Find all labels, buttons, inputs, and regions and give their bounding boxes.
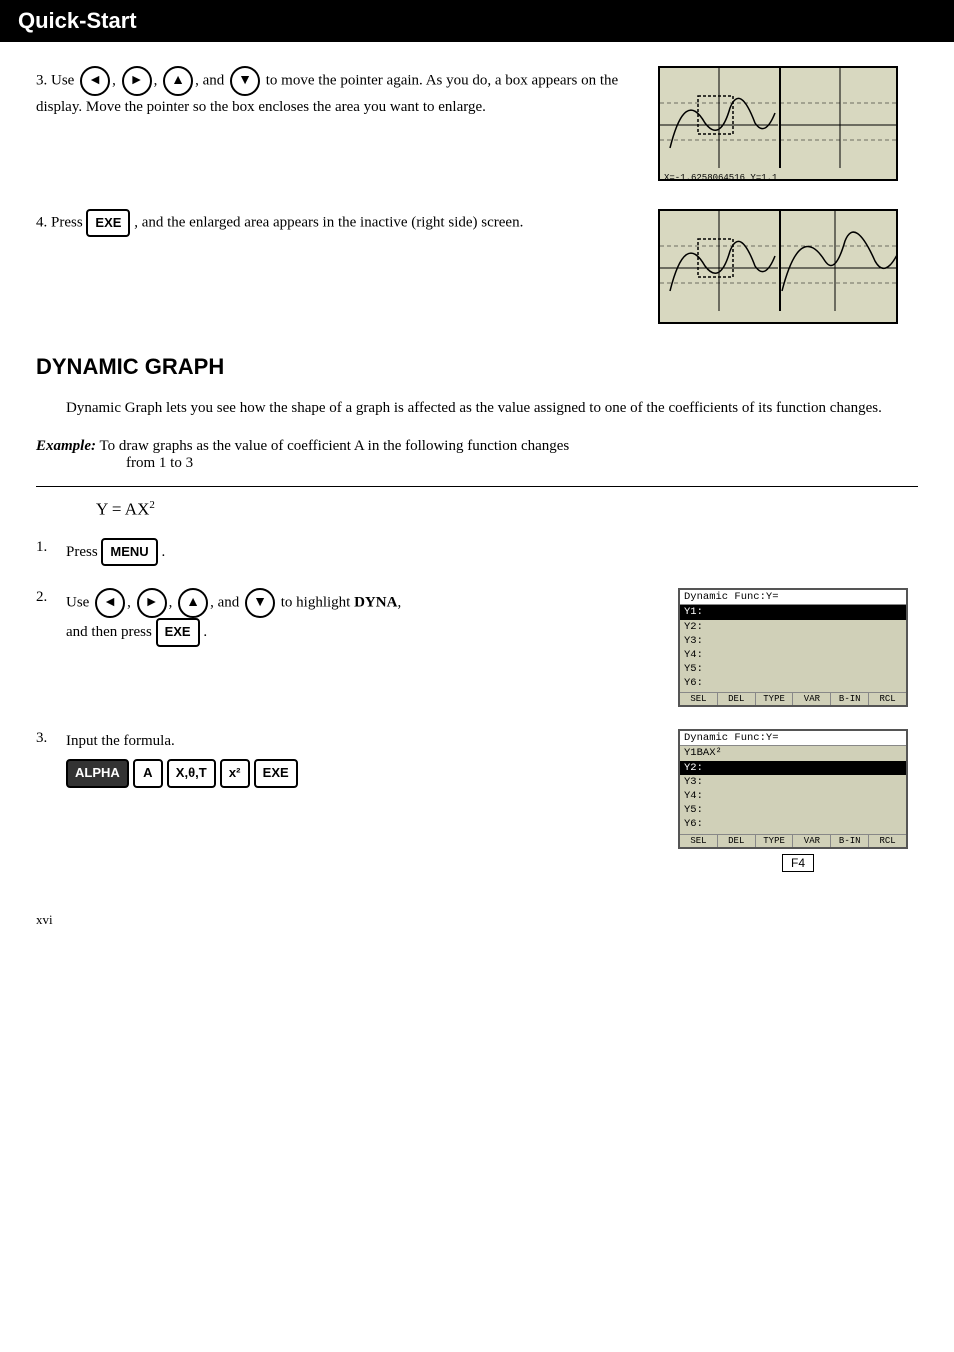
dg-step-2-left: 2. Use ◄, ►, ▲, and ▼ to highlight DYNA,… bbox=[36, 588, 648, 647]
dg-step-2: 2. Use ◄, ►, ▲, and ▼ to highlight DYNA,… bbox=[36, 588, 918, 707]
xthetat-key: X,θ,T bbox=[167, 759, 216, 788]
dyn-screen-2-title: Dynamic Func:Y= bbox=[680, 731, 906, 746]
dyn-screen-1-row-y5: Y5: bbox=[680, 662, 906, 676]
example-divider bbox=[36, 486, 918, 487]
header-title: Quick-Start bbox=[18, 8, 137, 33]
a-key: A bbox=[133, 759, 163, 788]
dg-step-1-text: Press MENU . bbox=[66, 538, 918, 567]
dg-step-3-main-text: Input the formula. bbox=[66, 733, 175, 749]
exe-key-dg-step2: EXE bbox=[156, 618, 200, 647]
f4-label: F4 bbox=[782, 854, 814, 872]
menu2-type: TYPE bbox=[756, 835, 794, 847]
step-3-screen: X=-1.6258064516 Y=1.1 bbox=[658, 66, 918, 181]
dg-step-2-number: 2. bbox=[36, 588, 58, 606]
step-4-number: 4. bbox=[36, 215, 47, 231]
keys-row: ALPHA A X,θ,T x² EXE bbox=[66, 759, 648, 788]
step-3-row: 3. Use ◄, ►, ▲, and ▼ to move the pointe… bbox=[36, 66, 918, 181]
section-intro: Dynamic Graph lets you see how the shape… bbox=[36, 396, 918, 420]
dg-step-1: 1. Press MENU . bbox=[36, 538, 918, 567]
menu2-bin: B-IN bbox=[831, 835, 869, 847]
dyn-screen-1-menu: SEL DEL TYPE VAR B-IN RCL bbox=[680, 692, 906, 705]
step-4-screen bbox=[658, 209, 918, 324]
menu-key: MENU bbox=[101, 538, 157, 567]
formula-block: Y = AX2 bbox=[96, 499, 918, 520]
menu-type: TYPE bbox=[756, 693, 794, 705]
dyn-screen-2-menu: SEL DEL TYPE VAR B-IN RCL bbox=[680, 834, 906, 847]
dg-step-3-left: 3. Input the formula. ALPHA A X,θ,T x² E… bbox=[36, 729, 648, 788]
arrow-left-icon: ◄ bbox=[80, 66, 110, 96]
menu2-rcl: RCL bbox=[869, 835, 906, 847]
dyn-screen-1-row-y4: Y4: bbox=[680, 648, 906, 662]
alpha-key: ALPHA bbox=[66, 759, 129, 788]
dg-arrow-down-icon: ▼ bbox=[245, 588, 275, 618]
menu2-var: VAR bbox=[793, 835, 831, 847]
example-text: To draw graphs as the value of coefficie… bbox=[99, 438, 569, 454]
page-header: Quick-Start bbox=[0, 0, 954, 42]
dyn-screen-2-row-y2: Y2: bbox=[680, 761, 906, 775]
dg-step-2-text: Use ◄, ►, ▲, and ▼ to highlight DYNA, an… bbox=[66, 588, 648, 647]
example-label: Example: bbox=[36, 438, 96, 454]
dg-step-3-text: Input the formula. ALPHA A X,θ,T x² EXE bbox=[66, 729, 648, 788]
dyn-screen-1-title: Dynamic Func:Y= bbox=[680, 590, 906, 605]
exe-key-step4: EXE bbox=[86, 209, 130, 237]
dyn-screen-2-row-y3: Y3: bbox=[680, 775, 906, 789]
menu-var: VAR bbox=[793, 693, 831, 705]
svg-text:X=-1.6258064516 Y=1.1: X=-1.6258064516 Y=1.1 bbox=[664, 173, 777, 181]
step-4-text: 4. Press EXE , and the enlarged area app… bbox=[36, 209, 628, 237]
dg-arrow-right-icon: ► bbox=[137, 588, 167, 618]
dyn-screen-2-row-y4: Y4: bbox=[680, 789, 906, 803]
xsq-key: x² bbox=[220, 759, 250, 788]
menu-bin: B-IN bbox=[831, 693, 869, 705]
dg-step-2-screen: Dynamic Func:Y= Y1: Y2: Y3: Y4: Y5: Y6: … bbox=[678, 588, 918, 707]
dynamic-graph-section: DYNAMIC GRAPH Dynamic Graph lets you see… bbox=[36, 354, 918, 872]
dg-step-1-number: 1. bbox=[36, 538, 58, 556]
dg-step-3-screen: Dynamic Func:Y= Y1BAX² Y2: Y3: Y4: Y5: Y… bbox=[678, 729, 918, 871]
dg-step-3: 3. Input the formula. ALPHA A X,θ,T x² E… bbox=[36, 729, 918, 871]
menu-rcl: RCL bbox=[869, 693, 906, 705]
dg-arrow-up-icon: ▲ bbox=[178, 588, 208, 618]
dg-step-3-number: 3. bbox=[36, 729, 58, 747]
and-text-1: and bbox=[203, 72, 228, 88]
dg-and-text: and bbox=[218, 595, 243, 611]
menu2-sel: SEL bbox=[680, 835, 718, 847]
dyn-screen-1: Dynamic Func:Y= Y1: Y2: Y3: Y4: Y5: Y6: … bbox=[678, 588, 908, 707]
menu-sel: SEL bbox=[680, 693, 718, 705]
arrow-right-icon: ► bbox=[122, 66, 152, 96]
dyn-screen-1-row-y6: Y6: bbox=[680, 676, 906, 690]
dyn-screen-1-row-y2: Y2: bbox=[680, 620, 906, 634]
menu-del: DEL bbox=[718, 693, 756, 705]
step-3-number: 3. bbox=[36, 72, 47, 88]
arrow-down-icon: ▼ bbox=[230, 66, 260, 96]
dyn-screen-2-row-y6: Y6: bbox=[680, 817, 906, 831]
step-3-text: 3. Use ◄, ►, ▲, and ▼ to move the pointe… bbox=[36, 66, 628, 119]
example-indent: from 1 to 3 bbox=[36, 455, 918, 472]
graph-screen-1: X=-1.6258064516 Y=1.1 bbox=[658, 66, 898, 181]
menu2-del: DEL bbox=[718, 835, 756, 847]
dyn-screen-1-row-y1: Y1: bbox=[680, 605, 906, 619]
graph-svg-2 bbox=[660, 211, 898, 324]
graph-svg-1: X=-1.6258064516 Y=1.1 bbox=[660, 68, 898, 181]
example-block: Example: To draw graphs as the value of … bbox=[36, 438, 918, 472]
dyn-screen-2: Dynamic Func:Y= Y1BAX² Y2: Y3: Y4: Y5: Y… bbox=[678, 729, 908, 848]
dg-arrow-left-icon: ◄ bbox=[95, 588, 125, 618]
section-title: DYNAMIC GRAPH bbox=[36, 354, 918, 380]
page-footer: xvi bbox=[0, 912, 954, 928]
page-number: xvi bbox=[36, 912, 53, 927]
step-4-row: 4. Press EXE , and the enlarged area app… bbox=[36, 209, 918, 324]
dyn-screen-1-row-y3: Y3: bbox=[680, 634, 906, 648]
dyn-screen-2-row-y5: Y5: bbox=[680, 803, 906, 817]
graph-screen-2 bbox=[658, 209, 898, 324]
dyn-screen-2-row-y1ax: Y1BAX² bbox=[680, 746, 906, 760]
arrow-up-icon: ▲ bbox=[163, 66, 193, 96]
exe-key-step3: EXE bbox=[254, 759, 298, 788]
